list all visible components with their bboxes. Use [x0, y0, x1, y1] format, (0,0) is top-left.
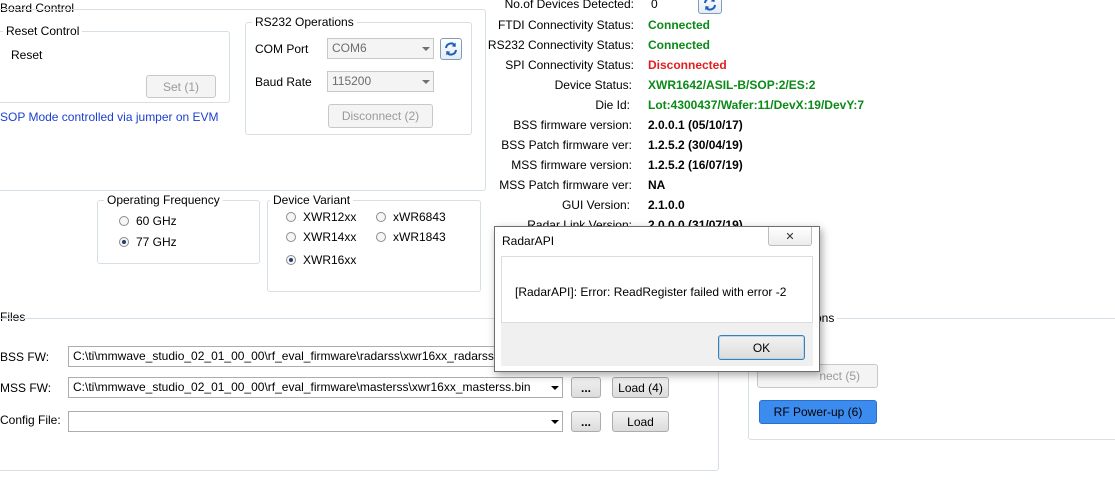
variant-xwr16xx-radio[interactable]: XWR16xx	[286, 253, 356, 267]
variant-xwr14xx-label: XWR14xx	[303, 230, 357, 244]
bss-fw-path: C:\ti\mmwave_studio_02_01_00_00\rf_eval_…	[73, 349, 514, 363]
radio-selected-icon	[119, 237, 129, 247]
dialog-title: RadarAPI	[502, 234, 555, 248]
devices-refresh-button[interactable]	[698, 0, 722, 14]
load-mss-button[interactable]: Load (4)	[612, 377, 669, 398]
device-variant-title: Device Variant	[273, 193, 351, 207]
radio-unselected-icon	[376, 232, 386, 242]
mss-fw-path: C:\ti\mmwave_studio_02_01_00_00\rf_eval_…	[73, 380, 531, 394]
com-port-refresh-button[interactable]	[440, 38, 462, 60]
spi-status-value: Disconnected	[648, 58, 727, 72]
baud-rate-label: Baud Rate	[255, 75, 312, 89]
rs232-status-label: RS232 Connectivity Status:	[487, 38, 634, 52]
config-file-label: Config File:	[0, 413, 61, 427]
gui-version-label: GUI Version:	[561, 198, 630, 212]
radio-unselected-icon	[376, 212, 386, 222]
dialog-ok-button[interactable]: OK	[718, 335, 805, 360]
radarapi-error-dialog: RadarAPI ✕ [RadarAPI]: Error: ReadRegist…	[494, 226, 820, 372]
baud-rate-select[interactable]: 115200	[327, 71, 434, 92]
rs232-operations-title: RS232 Operations	[255, 15, 354, 29]
config-file-select[interactable]	[68, 411, 563, 432]
reset-label: Reset	[11, 48, 43, 62]
freq-60ghz-radio[interactable]: 60 GHz	[119, 214, 177, 228]
variant-xwr12xx-radio[interactable]: XWR12xx	[286, 210, 356, 224]
dialog-body: [RadarAPI]: Error: ReadRegister failed w…	[501, 256, 813, 323]
chevron-down-icon	[551, 419, 559, 424]
chevron-down-icon	[422, 79, 430, 84]
variant-xwr1843-label: xWR1843	[393, 230, 446, 244]
mss-patch-version-value: NA	[648, 178, 666, 192]
mss-fw-version-label: MSS firmware version:	[511, 158, 632, 172]
chevron-down-icon	[422, 46, 430, 51]
disconnect-button[interactable]: Disconnect (2)	[328, 104, 433, 128]
mss-fw-version-value: 1.2.5.2 (16/07/19)	[648, 158, 743, 172]
devices-detected-label: No.of Devices Detected:	[504, 0, 634, 11]
chevron-down-icon	[551, 385, 559, 390]
sop-mode-note: SOP Mode controlled via jumper on EVM	[0, 110, 219, 124]
bss-fw-label: BSS FW:	[0, 350, 50, 364]
baud-rate-value: 115200	[332, 74, 372, 88]
radio-selected-icon	[286, 255, 296, 265]
com-port-value: COM6	[332, 41, 367, 55]
variant-xwr12xx-label: XWR12xx	[303, 210, 357, 224]
variant-xwr6843-label: xWR6843	[393, 210, 446, 224]
bss-fw-version-label: BSS firmware version:	[513, 118, 632, 132]
spi-connect-label: nect (5)	[819, 369, 860, 383]
rf-powerup-button[interactable]: RF Power-up (6)	[759, 400, 877, 424]
freq-77ghz-radio[interactable]: 77 GHz	[119, 235, 177, 249]
freq-77ghz-label: 77 GHz	[136, 235, 177, 249]
gui-version-value: 2.1.0.0	[648, 198, 685, 212]
device-status-value: XWR1642/ASIL-B/SOP:2/ES:2	[648, 78, 816, 92]
radio-unselected-icon	[119, 216, 129, 226]
operating-frequency-title: Operating Frequency	[107, 193, 220, 207]
variant-xwr6843-radio[interactable]: xWR6843	[376, 210, 446, 224]
bss-patch-version-value: 1.2.5.2 (30/04/19)	[648, 138, 743, 152]
refresh-icon	[704, 0, 716, 11]
set-button[interactable]: Set (1)	[146, 75, 216, 98]
variant-xwr1843-radio[interactable]: xWR1843	[376, 230, 446, 244]
rs232-status-value: Connected	[648, 38, 711, 52]
mss-fw-path-select[interactable]: C:\ti\mmwave_studio_02_01_00_00\rf_eval_…	[68, 377, 563, 398]
mss-patch-version-label: MSS Patch firmware ver:	[499, 178, 632, 192]
close-icon: ✕	[785, 230, 795, 243]
device-status-label: Device Status:	[554, 78, 632, 92]
com-port-label: COM Port	[255, 42, 309, 56]
config-browse-button[interactable]: ...	[571, 411, 601, 432]
spi-status-label: SPI Connectivity Status:	[505, 58, 634, 72]
refresh-icon	[445, 42, 457, 56]
dialog-close-button[interactable]: ✕	[768, 227, 812, 246]
bss-patch-version-label: BSS Patch firmware ver:	[501, 138, 632, 152]
com-port-select[interactable]: COM6	[327, 38, 434, 59]
bss-fw-path-select[interactable]: C:\ti\mmwave_studio_02_01_00_00\rf_eval_…	[68, 346, 563, 367]
freq-60ghz-label: 60 GHz	[136, 214, 177, 228]
radio-unselected-icon	[286, 232, 296, 242]
bss-fw-version-value: 2.0.0.1 (05/10/17)	[648, 118, 743, 132]
mss-fw-label: MSS FW:	[0, 381, 52, 395]
ftdi-status-value: Connected	[648, 18, 711, 32]
dialog-title-bar: RadarAPI ✕	[495, 227, 819, 255]
variant-xwr16xx-label: XWR16xx	[303, 253, 357, 267]
variant-xwr14xx-radio[interactable]: XWR14xx	[286, 230, 356, 244]
dialog-message: [RadarAPI]: Error: ReadRegister failed w…	[515, 285, 787, 299]
ftdi-status-label: FTDI Connectivity Status:	[497, 18, 634, 32]
devices-detected-value: 0	[651, 0, 658, 11]
load-config-button[interactable]: Load	[612, 411, 669, 432]
die-id-label: Die Id:	[595, 98, 630, 112]
mss-fw-browse-button[interactable]: ...	[571, 377, 601, 398]
die-id-value: Lot:4300437/Wafer:11/DevX:19/DevY:7	[648, 98, 865, 112]
radio-unselected-icon	[286, 212, 296, 222]
reset-control-title: Reset Control	[6, 24, 80, 38]
operating-frequency-group: Operating Frequency	[97, 193, 260, 264]
